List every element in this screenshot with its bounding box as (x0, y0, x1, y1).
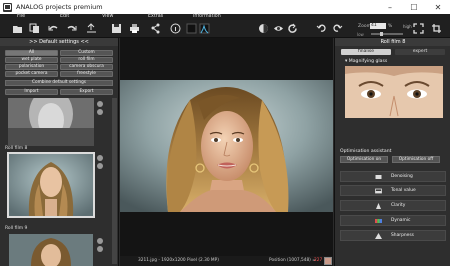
preset-all[interactable]: All (5, 50, 58, 56)
section-roll-film-8: Roll film 8 (5, 146, 28, 151)
preset-pocket-camera[interactable]: pocket camera (5, 71, 58, 77)
denoising-button[interactable]: Denoising (340, 171, 446, 182)
roll-film-7-thumbnail[interactable] (8, 98, 94, 146)
file-info: 3211.jpg - 1920x1200 Pixel (2.30 MP) (138, 258, 219, 263)
crop-icon[interactable] (431, 23, 442, 34)
pixel-red-value: 227 (314, 258, 323, 263)
redo-icon[interactable] (66, 23, 77, 34)
film-9-side-icons (97, 238, 103, 254)
preset-freestyle[interactable]: freestyle (60, 71, 113, 77)
zoom-slider-knob[interactable] (379, 32, 383, 36)
dynamic-icon (375, 219, 382, 223)
tab-finalise[interactable]: finalise (341, 49, 391, 55)
film-7-favorite-icon[interactable] (97, 101, 103, 107)
left-panel-scrollbar[interactable] (112, 98, 117, 264)
magnifier-view[interactable] (345, 66, 443, 118)
section-roll-film-9: Roll film 9 (5, 226, 28, 231)
histogram-icon[interactable] (199, 23, 210, 34)
position-coords: (1007,548) = (287, 258, 316, 263)
sharpness-icon (375, 233, 382, 239)
sharpness-label: Sharpness (391, 233, 414, 238)
maximize-button[interactable]: ☐ (402, 0, 426, 14)
high-label: high (403, 24, 412, 29)
compare-icon[interactable] (258, 23, 269, 34)
roll-film-8-thumbnail[interactable] (9, 154, 93, 216)
window-title: ANALOG projects premium (16, 3, 103, 11)
export-icon[interactable] (86, 23, 97, 34)
eye-icon[interactable] (273, 23, 284, 34)
roll-film-title: Roll film 8 (335, 38, 450, 46)
combine-settings-button[interactable]: Combine default settings (5, 80, 113, 86)
zoom-slider[interactable] (371, 32, 403, 36)
import-button[interactable]: Import (5, 89, 58, 95)
position-label: Position (269, 258, 286, 263)
default-settings-header[interactable]: >> Default settings << (0, 38, 118, 46)
copy-icon[interactable] (29, 23, 40, 34)
tonal-value-icon (375, 188, 382, 194)
optimisation-off-button[interactable]: Optimisation off (392, 156, 440, 163)
sharpness-button[interactable]: Sharpness (340, 230, 446, 241)
tonal-value-label: Tonal value (391, 188, 416, 193)
magnifier-label: ▾ Magnifying glass (345, 59, 388, 64)
preset-custom[interactable]: Custom (60, 50, 113, 56)
preset-wet-plate[interactable]: wet plate (5, 57, 58, 63)
low-label: low (357, 32, 364, 37)
dynamic-label: Dynamic (391, 218, 411, 223)
zoom-value: 41 (371, 23, 377, 28)
right-panel: Roll film 8 finalise expert ▾ Magnifying… (334, 38, 450, 266)
pixel-color-swatch (324, 257, 332, 265)
clarity-icon (376, 203, 381, 209)
save-icon[interactable] (111, 23, 122, 34)
tab-expert[interactable]: expert (395, 49, 445, 55)
app-icon (3, 2, 12, 12)
minimize-button[interactable]: – (378, 0, 402, 14)
preset-polarisation[interactable]: polarisation (5, 64, 58, 70)
refresh-icon[interactable] (287, 23, 298, 34)
film-9-favorite-icon[interactable] (97, 238, 103, 244)
zoom-input[interactable]: 41 (370, 23, 386, 29)
title-bar: ANALOG projects premium – ☐ ✕ (0, 0, 450, 14)
share-icon[interactable] (150, 23, 161, 34)
print-icon[interactable] (129, 23, 140, 34)
film-7-side-icons (97, 101, 103, 117)
left-panel: >> Default settings << All Custom wet pl… (0, 38, 119, 266)
close-button[interactable]: ✕ (426, 0, 450, 14)
preset-camera-obscura[interactable]: camera obscura (60, 64, 113, 70)
clarity-button[interactable]: Clarity (340, 200, 446, 211)
status-bar: 3211.jpg - 1920x1200 Pixel (2.30 MP) Pos… (120, 256, 342, 266)
film-9-info-icon[interactable] (97, 246, 103, 252)
toolbar: Zoom 41 % high low (0, 20, 450, 38)
dynamic-button[interactable]: Dynamic (340, 215, 446, 226)
film-8-info-icon[interactable] (97, 163, 103, 169)
clarity-label: Clarity (391, 203, 406, 208)
optimisation-title: Optimisation assistant (340, 149, 392, 154)
tonal-value-button[interactable]: Tonal value (340, 185, 446, 196)
preset-roll-film[interactable]: roll film (60, 57, 113, 63)
info-icon[interactable] (170, 23, 181, 34)
rotate-right-icon[interactable] (332, 23, 343, 34)
rotate-left-icon[interactable] (316, 23, 327, 34)
magnifier-label-text: Magnifying glass (348, 59, 388, 64)
denoising-label: Denoising (391, 174, 413, 179)
export-button[interactable]: Export (60, 89, 113, 95)
optimisation-on-button[interactable]: Optimisation on (340, 156, 388, 163)
window-controls: – ☐ ✕ (378, 0, 450, 14)
roll-film-9-thumbnail[interactable] (9, 234, 93, 266)
zoom-unit: % (388, 24, 393, 29)
dark-square-icon[interactable] (186, 23, 197, 34)
film-8-side-icons (97, 155, 103, 171)
main-photo[interactable] (120, 80, 333, 212)
fit-screen-icon[interactable] (413, 23, 424, 34)
open-folder-icon[interactable] (12, 23, 23, 34)
film-7-info-icon[interactable] (97, 109, 103, 115)
undo-icon[interactable] (48, 23, 59, 34)
denoise-icon (375, 175, 382, 179)
film-8-favorite-icon[interactable] (97, 155, 103, 161)
